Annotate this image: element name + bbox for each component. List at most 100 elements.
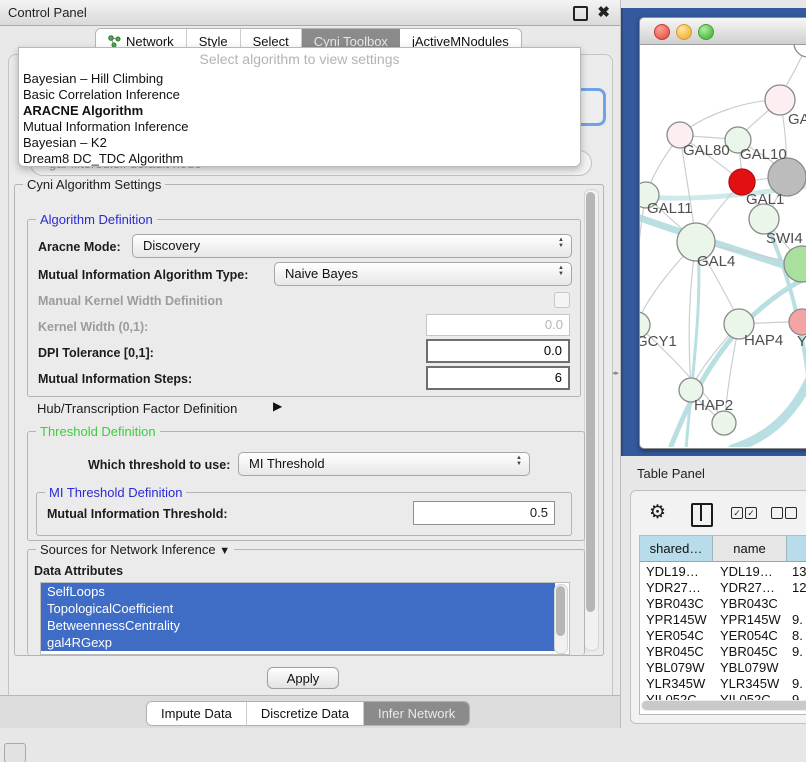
column-header-shared[interactable]: shared… [640,536,713,562]
kernel-width-field[interactable]: 0.0 [426,314,570,336]
data-attributes-list: SelfLoops TopologicalCoefficient Between… [40,582,570,655]
mi-steps-field[interactable]: 6 [426,366,570,390]
algorithm-option[interactable]: Bayesian – K2 [23,135,573,151]
algorithm-option[interactable]: Dream8 DC_TDC Algorithm [23,151,573,167]
tab-impute-data[interactable]: Impute Data [147,702,247,725]
table-hscrollbar[interactable] [641,700,806,711]
cell[interactable]: 13 [792,564,806,580]
cell[interactable]: YBR045C [646,644,704,660]
node-label: GAL1 [746,191,784,208]
cyni-algorithm-settings-group: Cyni Algorithm Settings Algorithm Defini… [14,184,604,656]
table-hscrollbar-thumb[interactable] [642,701,806,710]
algorithm-option[interactable]: Mutual Information Inference [23,119,573,135]
mi-type-label: Mutual Information Algorithm Type: [38,268,248,282]
combo-arrows-icon: ▲▼ [558,265,564,277]
column-header-name[interactable]: name [713,536,787,562]
settings-scrollbar-thumb[interactable] [586,192,595,612]
cell[interactable]: YBR043C [646,596,704,612]
gear-icon[interactable]: ⚙ [649,501,666,524]
network-canvas[interactable]: GAL GAL80 GAL10 GAL1 GAL11 SWI4 GAL4 GCY… [640,45,806,447]
algorithm-option[interactable]: Bayesian – Hill Climbing [23,71,573,87]
node-table: shared… name YDL19… YDL19… 13 YDR27… YDR… [639,535,806,715]
node-partial-top[interactable] [794,45,806,57]
cell[interactable]: YBL079W [646,660,705,676]
cell[interactable]: YER054C [720,628,778,644]
close-traffic-light[interactable] [654,24,670,40]
zoom-traffic-light[interactable] [698,24,714,40]
attribute-item-selected[interactable]: TopologicalCoefficient [41,600,555,617]
close-icon[interactable]: ✖ [597,3,610,21]
collapsed-panel-icon[interactable] [4,743,26,762]
attribute-item-selected[interactable]: BetweennessCentrality [41,617,555,634]
float-window-icon[interactable] [573,6,588,21]
mi-threshold-label: Mutual Information Threshold: [47,507,228,521]
mi-type-value: Naive Bayes [285,266,358,281]
aracne-mode-select[interactable]: Discovery ▲▼ [132,234,572,258]
sources-group: Sources for Network Inference ▼ Data Att… [27,549,585,655]
cell[interactable]: YBR043C [720,596,778,612]
cell[interactable]: YDR27… [720,580,775,596]
data-attributes-label: Data Attributes [34,564,123,578]
cell[interactable]: YPR145W [646,612,707,628]
cell[interactable]: YDR27… [646,580,701,596]
hub-section-label[interactable]: Hub/Transcription Factor Definition [37,401,237,416]
algorithm-option-selected[interactable]: ARACNE Algorithm [23,103,573,119]
cell[interactable]: YLR345W [646,676,705,692]
collapse-arrow-icon[interactable]: ▼ [219,545,230,557]
mi-threshold-definition-group: MI Threshold Definition Mutual Informati… [36,492,572,536]
cell[interactable]: 12 [792,580,806,596]
deselect-all-icon[interactable] [771,507,783,519]
mi-threshold-field[interactable]: 0.5 [413,501,555,525]
control-panel-titlebar[interactable]: Control Panel ✖ [0,0,620,26]
attribute-item-selected[interactable]: SelfLoops [41,583,555,600]
cell[interactable]: YBL079W [720,660,779,676]
cell[interactable]: 8. [792,628,803,644]
combo-arrows-icon: ▲▼ [516,455,522,467]
node-label: GAL [788,111,806,128]
tab-discretize-data-label: Discretize Data [261,706,349,721]
control-panel-title: Control Panel [8,5,87,20]
cell[interactable]: YBR045C [720,644,778,660]
node-label: HAP2 [694,397,733,414]
algorithm-option[interactable]: Basic Correlation Inference [23,87,573,103]
cell[interactable]: YLR345W [720,676,779,692]
dpi-tolerance-field[interactable]: 0.0 [426,339,570,363]
select-all-icon[interactable]: ✓ [731,507,743,519]
deselect-all-icon[interactable] [785,507,797,519]
node-label: GAL11 [647,200,693,217]
which-threshold-select[interactable]: MI Threshold ▲▼ [238,452,530,476]
cell[interactable]: YDL19… [646,564,699,580]
manual-kernel-checkbox[interactable] [554,292,570,308]
node-salmon-partial[interactable] [789,309,806,335]
aracne-mode-value: Discovery [143,238,200,253]
tab-discretize-data[interactable]: Discretize Data [247,702,364,725]
mi-type-select[interactable]: Naive Bayes ▲▼ [274,262,572,286]
which-threshold-label: Which threshold to use: [88,458,230,472]
node-label: GAL4 [697,253,735,270]
select-all-icon[interactable]: ✓ [745,507,757,519]
split-column-icon[interactable] [691,503,713,527]
node-partial-bottom[interactable] [712,411,736,435]
cell[interactable]: 9. [792,644,803,660]
cell[interactable]: YDL19… [720,564,773,580]
cell[interactable]: YER054C [646,628,704,644]
apply-button[interactable]: Apply [267,667,339,689]
tab-infer-network[interactable]: Infer Network [364,702,469,725]
network-window-titlebar[interactable] [640,18,806,45]
attributes-scrollbar-thumb[interactable] [556,586,565,636]
which-threshold-value: MI Threshold [249,456,325,471]
algorithm-definition-group: Algorithm Definition Aracne Mode: Discov… [27,219,581,397]
attribute-item-selected[interactable]: gal4RGexp [41,634,555,651]
minimize-traffic-light[interactable] [676,24,692,40]
attributes-scrollbar[interactable] [554,584,568,654]
column-header-partial[interactable] [787,536,806,562]
settings-scrollbar[interactable] [584,189,599,651]
expand-arrow-icon[interactable]: ▶ [273,399,282,413]
cell[interactable]: 9. [792,612,803,628]
network-graph: GAL GAL80 GAL10 GAL1 GAL11 SWI4 GAL4 GCY… [640,45,806,447]
algorithm-dropdown-popup: Select algorithm to view settings Bayesi… [18,47,581,167]
split-pane-handle[interactable]: ◂▸ [612,370,617,377]
sources-title[interactable]: Sources for Network Inference ▼ [36,542,234,557]
cell[interactable]: YPR145W [720,612,781,628]
cell[interactable]: 9. [792,676,803,692]
